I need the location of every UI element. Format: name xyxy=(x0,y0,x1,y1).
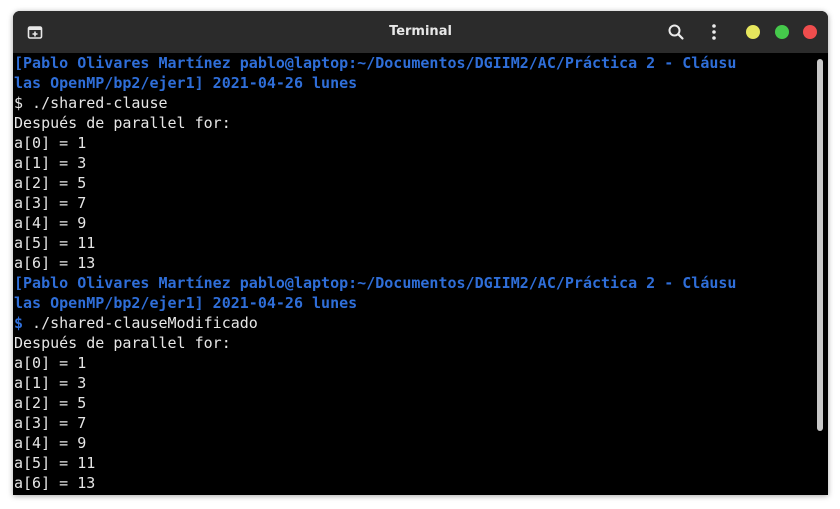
prompt-line: [Pablo Olivares Martínez pablo@laptop:~/… xyxy=(13,53,813,73)
output-line: Después de parallel for: xyxy=(13,333,813,353)
output-text: Después de parallel for: xyxy=(14,114,231,132)
output-text: a[6] = 13 xyxy=(14,254,96,272)
output-line: Después de parallel for: xyxy=(13,113,813,133)
prompt-line: las OpenMP/bp2/ejer1] 2021-04-26 lunes xyxy=(13,73,813,93)
prompt-text: las OpenMP/bp2/ejer1] 2021-04-26 lunes xyxy=(14,294,358,312)
prompt-text: [Pablo Olivares Martínez pablo@laptop:~/… xyxy=(14,274,737,292)
output-text: a[6] = 13 xyxy=(14,474,96,492)
output-text: a[5] = 11 xyxy=(14,234,96,252)
command-text: ./shared-clause xyxy=(23,94,168,112)
output-text: a[3] = 7 xyxy=(14,414,87,432)
new-tab-icon[interactable] xyxy=(27,24,43,40)
output-text: a[4] = 9 xyxy=(14,434,87,452)
output-text: a[5] = 11 xyxy=(14,454,96,472)
output-line: a[6] = 13 xyxy=(13,473,813,493)
output-line: a[4] = 9 xyxy=(13,213,813,233)
output-line: a[3] = 7 xyxy=(13,413,813,433)
output-text: a[2] = 5 xyxy=(14,174,87,192)
output-line: a[6] = 13 xyxy=(13,253,813,273)
prompt-text: [Pablo Olivares Martínez pablo@laptop:~/… xyxy=(14,54,737,72)
output-line: a[0] = 1 xyxy=(13,133,813,153)
output-text: a[1] = 3 xyxy=(14,154,87,172)
terminal-window: Terminal [Pablo Olivares Martínez pablo@… xyxy=(13,11,828,495)
prompt-line: las OpenMP/bp2/ejer1] 2021-04-26 lunes xyxy=(13,293,813,313)
prompt-line: [Pablo Olivares Martínez pablo@laptop:~/… xyxy=(13,273,813,293)
output-line: a[5] = 11 xyxy=(13,233,813,253)
command-text: ./shared-clauseModificado xyxy=(23,314,258,332)
prompt-dollar: $ xyxy=(14,94,24,112)
output-text: a[0] = 1 xyxy=(14,354,87,372)
output-text: a[3] = 7 xyxy=(14,194,87,212)
output-text: a[0] = 1 xyxy=(14,134,87,152)
output-line: a[5] = 11 xyxy=(13,453,813,473)
output-line: a[3] = 7 xyxy=(13,193,813,213)
prompt-text: las OpenMP/bp2/ejer1] 2021-04-26 lunes xyxy=(14,74,358,92)
output-line: a[1] = 3 xyxy=(13,153,813,173)
output-line: a[0] = 1 xyxy=(13,353,813,373)
output-line: a[2] = 5 xyxy=(13,173,813,193)
prompt-dollar: $ xyxy=(14,314,24,332)
output-line: a[4] = 9 xyxy=(13,433,813,453)
output-line: a[1] = 3 xyxy=(13,373,813,393)
output-text: a[2] = 5 xyxy=(14,394,87,412)
output-text: a[4] = 9 xyxy=(14,214,87,232)
maximize-button[interactable] xyxy=(775,25,789,39)
command-line: $ ./shared-clauseModificado xyxy=(13,313,813,333)
close-button[interactable] xyxy=(803,25,817,39)
minimize-button[interactable] xyxy=(746,25,760,39)
output-text: a[1] = 3 xyxy=(14,374,87,392)
terminal-output[interactable]: [Pablo Olivares Martínez pablo@laptop:~/… xyxy=(13,53,813,495)
kebab-menu-icon[interactable] xyxy=(706,22,722,42)
output-text: Después de parallel for: xyxy=(14,334,231,352)
scrollbar-thumb[interactable] xyxy=(817,59,823,431)
search-icon[interactable] xyxy=(667,23,685,41)
command-line: $ ./shared-clause xyxy=(13,93,813,113)
output-line: a[2] = 5 xyxy=(13,393,813,413)
title-bar[interactable]: Terminal xyxy=(13,11,828,53)
